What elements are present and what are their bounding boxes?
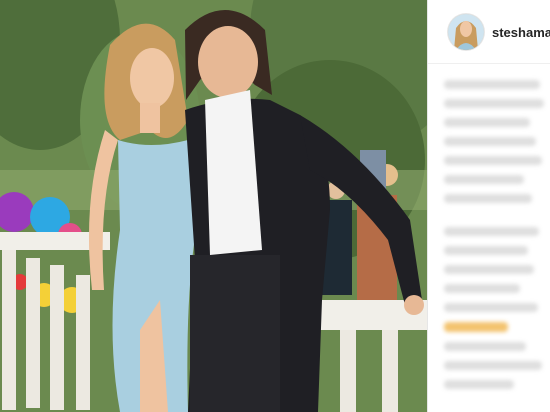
post-sidebar: steshamali — [427, 0, 550, 412]
post-header: steshamali — [428, 0, 550, 64]
username-link[interactable]: steshamali — [492, 25, 550, 40]
post-photo[interactable] — [0, 0, 427, 412]
profile-avatar[interactable] — [448, 14, 484, 50]
blurred-caption — [444, 80, 550, 399]
